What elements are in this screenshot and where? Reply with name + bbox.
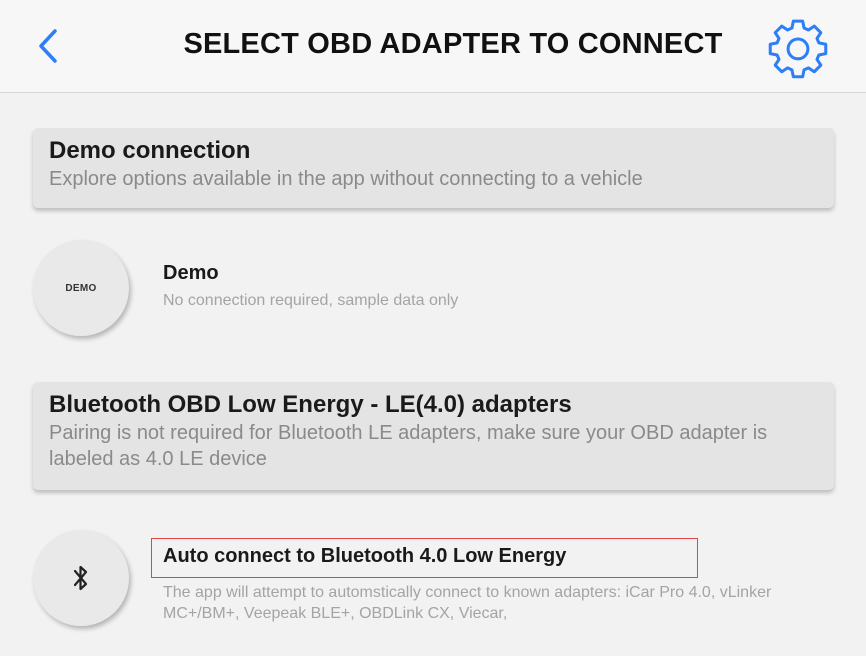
list-item-description: The app will attempt to automstically co… bbox=[163, 584, 772, 622]
page-title: SELECT OBD ADAPTER TO CONNECT bbox=[183, 28, 723, 60]
list-item-description: No connection required, sample data only bbox=[163, 292, 459, 309]
section-header-demo: Demo connection Explore options availabl… bbox=[33, 128, 834, 208]
demo-icon-label: DEMO bbox=[65, 282, 97, 294]
list-item-demo[interactable]: DEMO Demo No connection required, sample… bbox=[33, 240, 866, 340]
section-title: Bluetooth OBD Low Energy - LE(4.0) adapt… bbox=[49, 391, 572, 418]
section-description: Pairing is not required for Bluetooth LE… bbox=[49, 422, 768, 470]
gear-icon bbox=[768, 19, 828, 79]
top-bar: SELECT OBD ADAPTER TO CONNECT bbox=[0, 0, 866, 93]
highlight-box bbox=[151, 538, 698, 578]
section-header-bluetooth-le: Bluetooth OBD Low Energy - LE(4.0) adapt… bbox=[33, 382, 834, 490]
section-description: Explore options available in the app wit… bbox=[49, 168, 643, 190]
settings-button[interactable] bbox=[762, 12, 834, 82]
list-item-title: Demo bbox=[163, 262, 219, 284]
bluetooth-icon-circle bbox=[33, 530, 129, 626]
bluetooth-icon bbox=[73, 565, 88, 591]
section-title: Demo connection bbox=[49, 137, 251, 164]
demo-icon: DEMO bbox=[33, 240, 129, 336]
